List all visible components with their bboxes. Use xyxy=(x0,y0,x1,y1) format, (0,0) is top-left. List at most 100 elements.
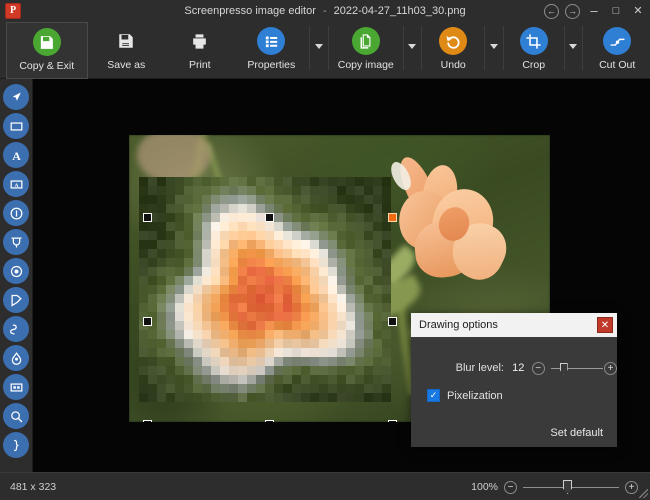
minimize-button[interactable]: – xyxy=(586,3,602,19)
pixel-block xyxy=(301,258,310,267)
pixel-block xyxy=(166,213,175,222)
pixel-block xyxy=(310,276,319,285)
pixel-block xyxy=(274,240,283,249)
blur-level-slider[interactable] xyxy=(551,362,599,375)
properties-list-icon xyxy=(257,27,285,55)
ribbon-dropdown-crop[interactable] xyxy=(563,22,585,79)
resize-grip[interactable] xyxy=(639,489,648,498)
pixel-block xyxy=(202,195,211,204)
pixel-block xyxy=(229,357,238,366)
pixel-block xyxy=(301,213,310,222)
pixel-block xyxy=(301,276,310,285)
step-number-tool[interactable] xyxy=(3,200,29,226)
ribbon-button-print[interactable]: Print xyxy=(165,22,235,79)
pixel-block xyxy=(166,249,175,258)
handle-top-right[interactable] xyxy=(388,213,397,222)
pixel-block xyxy=(256,375,265,384)
dialog-close-button[interactable]: ✕ xyxy=(597,317,613,333)
pixel-block xyxy=(247,258,256,267)
handle-bottom-left[interactable] xyxy=(143,420,152,422)
pixel-block xyxy=(229,348,238,357)
pixel-block xyxy=(364,366,373,375)
set-default-link[interactable]: Set default xyxy=(550,427,603,439)
pixel-block xyxy=(247,339,256,348)
handle-bottom-center[interactable] xyxy=(265,420,274,422)
pixel-block xyxy=(364,393,373,402)
brace-tool[interactable] xyxy=(3,432,29,458)
pixelated-region[interactable] xyxy=(139,177,391,402)
blur-decrement-button[interactable]: − xyxy=(532,362,545,375)
handle-middle-left[interactable] xyxy=(143,317,152,326)
pixel-block xyxy=(220,348,229,357)
pixel-block xyxy=(157,204,166,213)
pixel-block xyxy=(337,339,346,348)
ribbon-button-undo[interactable]: Undo xyxy=(423,22,483,79)
pixel-block xyxy=(193,204,202,213)
ribbon-button-copy-image[interactable]: Copy image xyxy=(330,22,402,79)
forward-button[interactable]: → xyxy=(565,4,580,19)
ribbon-dropdown-properties[interactable] xyxy=(308,22,330,79)
pixel-block xyxy=(346,222,355,231)
ribbon-button-copy-exit[interactable]: Copy & Exit xyxy=(6,22,88,79)
ribbon-dropdown-copy-image[interactable] xyxy=(402,22,424,79)
pixel-block xyxy=(229,366,238,375)
pixel-block xyxy=(292,204,301,213)
zoom-slider[interactable] xyxy=(523,480,619,494)
pixel-block xyxy=(148,330,157,339)
bubble-tool[interactable] xyxy=(3,229,29,255)
pixel-block xyxy=(274,375,283,384)
pixel-block xyxy=(175,348,184,357)
dialog-title-bar: Drawing options ✕ xyxy=(411,313,617,337)
pixel-block xyxy=(202,375,211,384)
pixel-block xyxy=(382,240,391,249)
pixel-block xyxy=(139,195,148,204)
slider-thumb[interactable] xyxy=(560,363,568,375)
textbox-tool[interactable]: A xyxy=(3,171,29,197)
pixel-block xyxy=(364,195,373,204)
pixel-block xyxy=(328,276,337,285)
blur-tool[interactable] xyxy=(3,374,29,400)
back-button[interactable]: ← xyxy=(544,4,559,19)
handle-bottom-right[interactable] xyxy=(388,420,397,422)
ribbon-button-cut-out[interactable]: Cut Out xyxy=(584,22,650,79)
arrow-tool[interactable] xyxy=(3,84,29,110)
zoom-slider-thumb[interactable] xyxy=(563,480,572,494)
zoom-controls: 100% − + xyxy=(471,473,638,500)
pixel-block xyxy=(283,303,292,312)
ribbon-label-copy-exit: Copy & Exit xyxy=(19,60,74,72)
rectangle-tool[interactable] xyxy=(3,113,29,139)
pixel-block xyxy=(247,204,256,213)
pixel-block xyxy=(382,303,391,312)
highlighter-tool[interactable] xyxy=(3,345,29,371)
ribbon-button-properties[interactable]: Properties xyxy=(235,22,309,79)
pixelization-checkbox[interactable]: ✓ xyxy=(427,389,440,402)
maximize-button[interactable]: □ xyxy=(608,3,624,19)
text-tool[interactable]: A xyxy=(3,142,29,168)
handle-top-left[interactable] xyxy=(143,213,152,222)
ribbon-label-properties: Properties xyxy=(247,59,295,71)
ribbon-button-crop[interactable]: Crop xyxy=(505,22,563,79)
undo-arrow-icon xyxy=(439,27,467,55)
zoom-in-button[interactable]: + xyxy=(625,481,638,494)
pixelization-row[interactable]: ✓ Pixelization xyxy=(427,389,503,402)
pixel-block xyxy=(337,249,346,258)
zoom-out-button[interactable]: − xyxy=(504,481,517,494)
magnifier-tool[interactable] xyxy=(3,403,29,429)
ribbon-button-save-as[interactable]: Save as xyxy=(88,22,166,79)
ellipse-tool[interactable] xyxy=(3,258,29,284)
pixel-block xyxy=(175,375,184,384)
freehand-tool[interactable] xyxy=(3,316,29,342)
ribbon-dropdown-undo[interactable] xyxy=(483,22,505,79)
pixel-block xyxy=(193,294,202,303)
handle-middle-right[interactable] xyxy=(388,317,397,326)
pixel-block xyxy=(193,303,202,312)
close-button[interactable]: ✕ xyxy=(630,3,646,19)
polygon-tool[interactable] xyxy=(3,287,29,313)
pixel-block xyxy=(184,186,193,195)
pixel-block xyxy=(256,222,265,231)
blur-increment-button[interactable]: + xyxy=(604,362,617,375)
handle-top-center[interactable] xyxy=(265,213,274,222)
pixel-block xyxy=(247,276,256,285)
pixel-block xyxy=(157,213,166,222)
pixel-block xyxy=(148,267,157,276)
